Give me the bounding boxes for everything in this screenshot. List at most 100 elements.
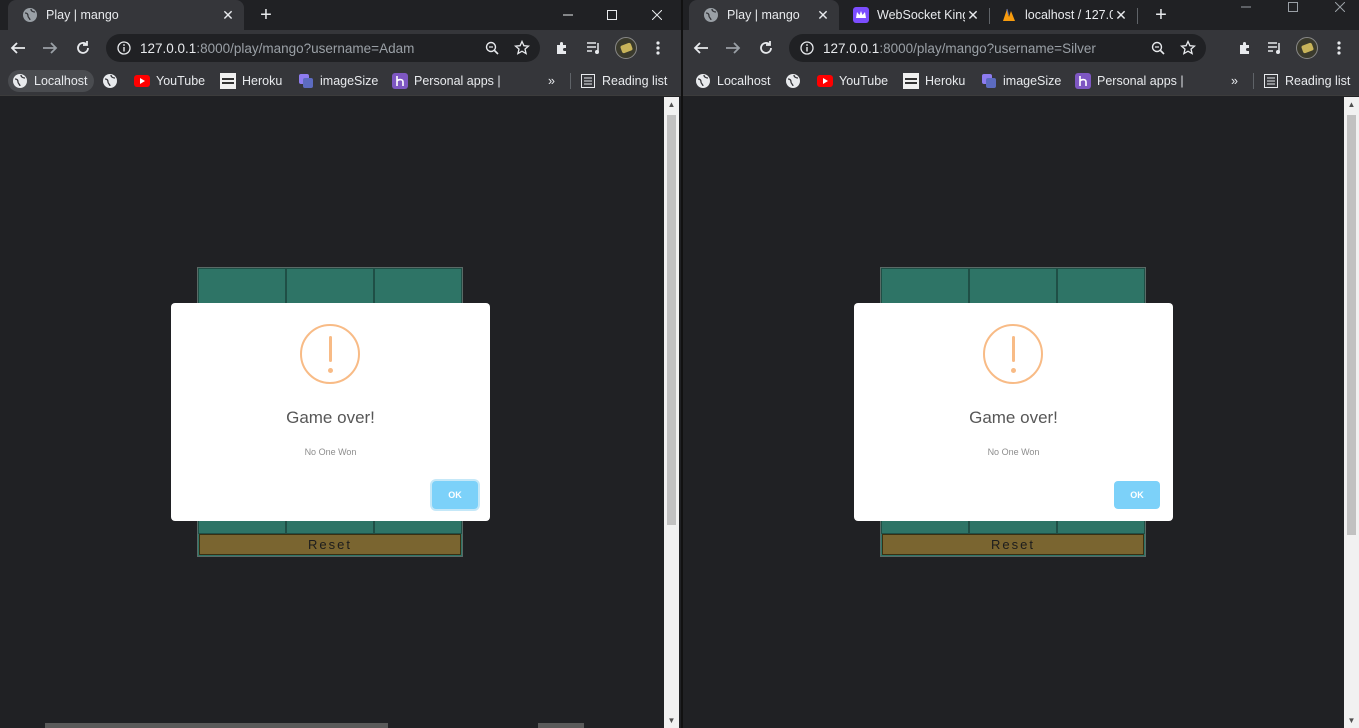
forward-icon[interactable] — [38, 36, 62, 60]
scroll-thumb[interactable] — [1347, 115, 1356, 535]
dialog-title: Game over! — [286, 408, 375, 427]
scroll-thumb[interactable] — [667, 115, 676, 525]
tab-play-mango[interactable]: Play | mango ✕ — [689, 0, 839, 30]
scroll-up-icon[interactable]: ▲ — [1344, 97, 1359, 112]
tab-title: WebSocket King — [877, 8, 965, 22]
bookmark-heroku[interactable]: Heroku — [899, 70, 971, 92]
reading-list-button[interactable]: Reading list — [1259, 70, 1356, 92]
divider — [1253, 73, 1254, 89]
tab-title: Play | mango — [727, 8, 800, 22]
bookmark-imagesize[interactable]: imageSize — [294, 70, 384, 92]
crown-icon — [853, 7, 869, 23]
scroll-down-icon[interactable]: ▼ — [1344, 713, 1359, 728]
url-text: 127.0.0.1:8000/play/mango?username=Adam — [140, 41, 480, 56]
bookmark-label: imageSize — [1003, 74, 1062, 88]
bookmark-label: Localhost — [717, 74, 771, 88]
url-host: 127.0.0.1 — [823, 40, 880, 56]
bookmark-label: Localhost — [34, 74, 88, 88]
scroll-down-icon[interactable]: ▼ — [664, 713, 679, 728]
divider — [570, 73, 571, 89]
extensions-icon[interactable] — [550, 36, 574, 60]
browser-window-left: Play | mango ✕ + 127.0.0.1:8000/play/man… — [0, 0, 681, 728]
maximize-icon[interactable] — [589, 0, 635, 30]
url-text: 127.0.0.1:8000/play/mango?username=Silve… — [823, 41, 1146, 56]
bookmark-star-icon[interactable] — [1176, 36, 1200, 60]
bookmark-imagesize[interactable]: imageSize — [977, 70, 1067, 92]
menu-icon[interactable] — [646, 36, 670, 60]
profile-avatar[interactable] — [614, 36, 638, 60]
extensions-icon[interactable] — [1233, 36, 1257, 60]
imagesize-icon — [298, 73, 314, 89]
close-window-icon[interactable] — [1317, 0, 1359, 22]
reset-button[interactable]: Reset — [199, 534, 461, 555]
minimize-icon[interactable] — [545, 0, 591, 30]
reload-icon[interactable] — [71, 36, 95, 60]
address-bar[interactable]: 127.0.0.1:8000/play/mango?username=Adam — [106, 34, 540, 62]
new-tab-button[interactable]: + — [1149, 3, 1173, 27]
bookmarks-bar: Localhost YouTube Heroku imageSize Perso… — [0, 66, 681, 96]
bookmark-label: Heroku — [925, 74, 966, 88]
vertical-scrollbar[interactable]: ▲ ▼ — [1344, 97, 1359, 728]
bookmark-youtube[interactable]: YouTube — [130, 70, 211, 92]
maximize-icon[interactable] — [1270, 0, 1316, 22]
browser-window-right: Play | mango ✕ WebSocket King ✕ localhos… — [683, 0, 1359, 728]
media-control-icon[interactable] — [1263, 36, 1287, 60]
reading-list-icon — [1263, 73, 1279, 89]
ok-button[interactable]: OK — [1114, 481, 1160, 509]
media-control-icon[interactable] — [582, 36, 606, 60]
back-icon[interactable] — [689, 36, 713, 60]
globe-icon — [785, 73, 801, 89]
bookmark-personal-apps[interactable]: Personal apps | — [388, 70, 507, 92]
url-host: 127.0.0.1 — [140, 40, 197, 56]
zoom-icon[interactable] — [1146, 36, 1170, 60]
vertical-scrollbar[interactable]: ▲ ▼ — [664, 97, 679, 728]
reading-list-button[interactable]: Reading list — [576, 70, 673, 92]
info-icon[interactable] — [799, 40, 815, 56]
youtube-icon — [817, 73, 833, 89]
close-tab-icon[interactable]: ✕ — [220, 7, 236, 23]
bookmark-youtube[interactable]: YouTube — [813, 70, 894, 92]
game-over-dialog: Game over! No One Won OK — [854, 303, 1173, 521]
more-bookmarks-icon[interactable]: » — [1227, 70, 1244, 92]
back-icon[interactable] — [6, 36, 30, 60]
scroll-up-icon[interactable]: ▲ — [664, 97, 679, 112]
close-window-icon[interactable] — [634, 0, 680, 30]
close-tab-icon[interactable]: ✕ — [815, 7, 831, 23]
bookmark-localhost[interactable]: Localhost — [8, 70, 94, 92]
ok-button[interactable]: OK — [432, 481, 478, 509]
bookmark-globe[interactable] — [98, 70, 130, 92]
tab-strip: Play | mango ✕ WebSocket King ✕ localhos… — [683, 0, 1359, 30]
more-bookmarks-icon[interactable]: » — [544, 70, 561, 92]
heroku-icon — [220, 73, 236, 89]
horizontal-scrollbar[interactable] — [45, 723, 388, 728]
bookmark-localhost[interactable]: Localhost — [691, 70, 777, 92]
bookmark-personal-apps[interactable]: Personal apps | — [1071, 70, 1190, 92]
new-tab-button[interactable]: + — [254, 3, 278, 27]
forward-icon[interactable] — [721, 36, 745, 60]
reset-button[interactable]: Reset — [882, 534, 1144, 555]
globe-icon — [102, 73, 118, 89]
tab-websocket-king[interactable]: WebSocket King ✕ — [839, 0, 989, 30]
bookmarks-bar: Localhost YouTube Heroku imageSize Perso… — [683, 66, 1359, 96]
close-tab-icon[interactable]: ✕ — [965, 7, 981, 23]
heroku-icon — [903, 73, 919, 89]
bookmark-globe[interactable] — [781, 70, 813, 92]
info-icon[interactable] — [116, 40, 132, 56]
close-tab-icon[interactable]: ✕ — [1113, 7, 1129, 23]
bookmark-heroku[interactable]: Heroku — [216, 70, 288, 92]
reload-icon[interactable] — [754, 36, 778, 60]
globe-icon — [22, 7, 38, 23]
page-content: Reset Game over! No One Won OK — [683, 97, 1344, 728]
minimize-icon[interactable] — [1223, 0, 1269, 22]
bookmark-label: YouTube — [839, 74, 889, 88]
tab-strip: Play | mango ✕ + — [0, 0, 681, 30]
phpmyadmin-icon — [1001, 7, 1017, 23]
horizontal-scrollbar-segment[interactable] — [538, 723, 584, 728]
profile-avatar[interactable] — [1295, 36, 1319, 60]
tab-play-mango[interactable]: Play | mango ✕ — [8, 0, 244, 30]
bookmark-star-icon[interactable] — [510, 36, 534, 60]
tab-localhost-phpmyadmin[interactable]: localhost / 127.0 ✕ — [987, 0, 1137, 30]
zoom-icon[interactable] — [480, 36, 504, 60]
menu-icon[interactable] — [1327, 36, 1351, 60]
address-bar[interactable]: 127.0.0.1:8000/play/mango?username=Silve… — [789, 34, 1206, 62]
